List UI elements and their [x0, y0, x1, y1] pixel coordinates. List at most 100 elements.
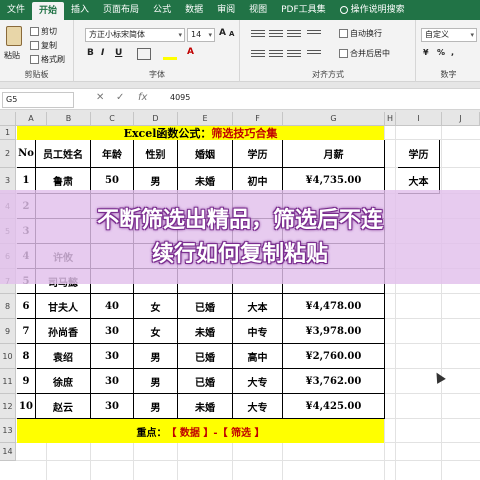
tab-file[interactable]: 文件	[0, 0, 32, 20]
table-cell[interactable]: 未婚	[178, 394, 233, 419]
merge-center-button[interactable]: 合并后居中	[339, 48, 390, 59]
table-cell[interactable]: ¥4,425.00	[283, 394, 385, 419]
table-cell[interactable]: 男	[134, 344, 178, 369]
table-header-cell[interactable]: 学历	[233, 140, 283, 168]
paste-icon[interactable]	[6, 26, 22, 46]
column-header[interactable]: C	[91, 112, 134, 126]
fill-color-icon[interactable]	[163, 48, 177, 60]
font-name-select[interactable]: 方正小标宋简体 ▾	[85, 28, 185, 42]
row-header[interactable]: 1	[0, 126, 16, 140]
column-header[interactable]: F	[233, 112, 283, 126]
table-cell[interactable]: 30	[91, 369, 134, 394]
table-cell[interactable]: 30	[91, 319, 134, 344]
table-cell[interactable]: 未婚	[178, 319, 233, 344]
row-header[interactable]: 2	[0, 140, 16, 168]
table-header-cell[interactable]: No	[17, 140, 36, 168]
column-header[interactable]: B	[47, 112, 91, 126]
table-cell[interactable]: 中专	[233, 319, 283, 344]
table-header-cell[interactable]: 年龄	[91, 140, 134, 168]
tell-me-search[interactable]: 操作说明搜索	[333, 0, 412, 20]
table-cell[interactable]: 30	[91, 344, 134, 369]
font-size-select[interactable]: 14 ▾	[187, 28, 215, 42]
column-header[interactable]: H	[385, 112, 396, 126]
insert-function-icon[interactable]: fx	[138, 92, 147, 103]
table-cell[interactable]: 女	[134, 294, 178, 319]
column-header[interactable]: A	[16, 112, 47, 126]
table-cell[interactable]: 大专	[233, 394, 283, 419]
table-cell[interactable]: 女	[134, 319, 178, 344]
row-header[interactable]: 11	[0, 369, 16, 394]
column-header[interactable]: J	[442, 112, 480, 126]
align-top-icon[interactable]	[251, 28, 265, 40]
row-header[interactable]: 14	[0, 443, 16, 461]
table-header-cell[interactable]: 婚姻	[178, 140, 233, 168]
number-format-select[interactable]: 自定义 ▾	[421, 28, 477, 42]
percent-icon[interactable]: %	[437, 48, 445, 57]
table-header-cell[interactable]: 性别	[134, 140, 178, 168]
table-cell[interactable]: 大专	[233, 369, 283, 394]
table-cell[interactable]: ¥4,478.00	[283, 294, 385, 319]
table-cell[interactable]: 赵云	[36, 394, 91, 419]
table-cell[interactable]: ¥2,760.00	[283, 344, 385, 369]
table-cell[interactable]: 8	[17, 344, 36, 369]
table-cell[interactable]: 甘夫人	[36, 294, 91, 319]
grow-font-icon[interactable]: A	[219, 28, 226, 38]
format-painter-button[interactable]: 格式刷	[30, 54, 65, 65]
tab-view[interactable]: 视图	[242, 0, 274, 20]
align-middle-icon[interactable]	[269, 28, 283, 40]
tab-pdf-tools[interactable]: PDF工具集	[274, 0, 333, 20]
table-header-cell[interactable]: 员工姓名	[36, 140, 91, 168]
column-header[interactable]: D	[134, 112, 178, 126]
tab-formulas[interactable]: 公式	[146, 0, 178, 20]
align-bottom-icon[interactable]	[287, 28, 301, 40]
align-center-icon[interactable]	[269, 48, 283, 60]
align-right-icon[interactable]	[287, 48, 301, 60]
row-header[interactable]: 10	[0, 344, 16, 369]
table-cell[interactable]: 7	[17, 319, 36, 344]
align-left-icon[interactable]	[251, 48, 265, 60]
select-all-corner[interactable]	[0, 112, 16, 126]
column-header[interactable]: I	[396, 112, 442, 126]
row-header[interactable]: 12	[0, 394, 16, 419]
table-cell[interactable]: ¥3,762.00	[283, 369, 385, 394]
table-cell[interactable]: 男	[134, 369, 178, 394]
table-cell[interactable]: 30	[91, 394, 134, 419]
column-header[interactable]: G	[283, 112, 385, 126]
borders-icon[interactable]	[137, 48, 151, 60]
table-cell[interactable]: 6	[17, 294, 36, 319]
cancel-icon[interactable]: ✕	[96, 92, 104, 103]
copy-button[interactable]: 复制	[30, 40, 57, 51]
table-cell[interactable]: 9	[17, 369, 36, 394]
font-color-icon[interactable]: A	[187, 47, 194, 57]
tab-page-layout[interactable]: 页面布局	[96, 0, 146, 20]
shrink-font-icon[interactable]: A	[229, 30, 234, 38]
table-cell[interactable]: 高中	[233, 344, 283, 369]
tab-data[interactable]: 数据	[178, 0, 210, 20]
formula-input[interactable]: 4095	[170, 93, 190, 102]
orientation-icon[interactable]	[307, 28, 321, 40]
indent-icon[interactable]	[307, 48, 321, 60]
table-cell[interactable]: 孙尚香	[36, 319, 91, 344]
table-cell[interactable]: 已婚	[178, 344, 233, 369]
bold-icon[interactable]: B	[87, 48, 94, 58]
table-cell[interactable]: 男	[134, 394, 178, 419]
wrap-text-button[interactable]: 自动换行	[339, 28, 382, 39]
table-cell[interactable]: 40	[91, 294, 134, 319]
comma-style-icon[interactable]: ,	[451, 48, 454, 57]
paste-button[interactable]: 粘贴	[4, 50, 20, 61]
tab-insert[interactable]: 插入	[64, 0, 96, 20]
criteria-header-cell[interactable]: 学历	[398, 140, 440, 168]
row-header[interactable]: 8	[0, 294, 16, 319]
table-header-cell[interactable]: 月薪	[283, 140, 385, 168]
underline-icon[interactable]: U	[115, 48, 122, 58]
row-header[interactable]: 9	[0, 319, 16, 344]
table-cell[interactable]: ¥3,978.00	[283, 319, 385, 344]
table-cell[interactable]: 大本	[233, 294, 283, 319]
table-cell[interactable]: 徐庶	[36, 369, 91, 394]
currency-icon[interactable]: ¥	[423, 48, 429, 57]
enter-icon[interactable]: ✓	[116, 92, 124, 103]
name-box[interactable]: G5	[2, 92, 74, 108]
italic-icon[interactable]: I	[101, 48, 104, 58]
tab-review[interactable]: 审阅	[210, 0, 242, 20]
table-cell[interactable]: 已婚	[178, 369, 233, 394]
